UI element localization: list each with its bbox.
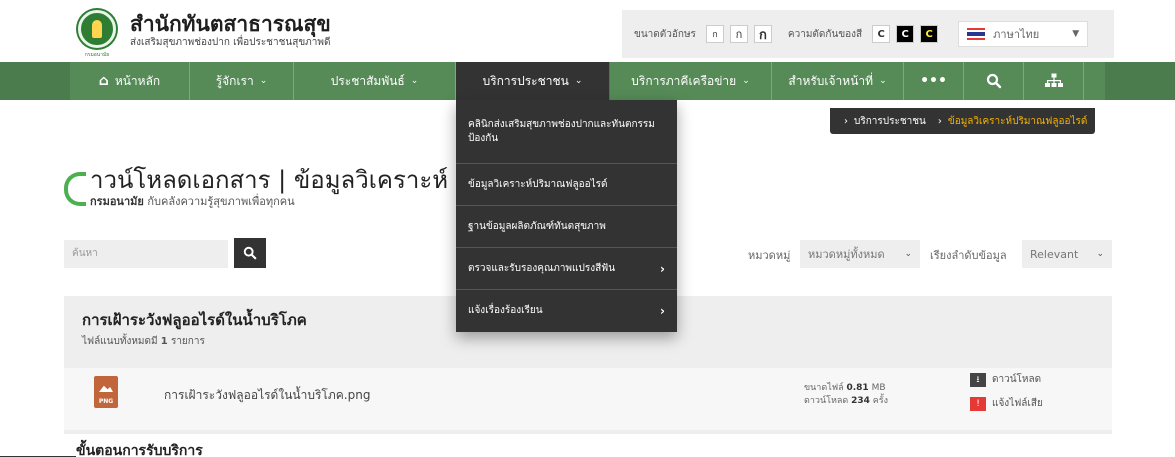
nav-search-button[interactable] (964, 62, 1024, 100)
breadcrumb-current: ข้อมูลวิเคราะห์ปริมาณฟลูออไรด์ (947, 115, 1088, 127)
home-icon: ⌂ (98, 73, 109, 89)
download-button-label: ดาวน์โหลด (992, 374, 1042, 385)
chevron-down-icon: ▼ (1072, 29, 1080, 39)
attachment-count: ไฟล์แนบทั้งหมดมี 1 รายการ (82, 334, 205, 349)
chevron-down-icon: ⌄ (904, 249, 912, 259)
site-tagline: ส่งเสริมสุขภาพช่องปาก เพื่อประชาชนสุขภาพ… (130, 37, 331, 48)
dropdown-item-fluoride-analysis[interactable]: ข้อมูลวิเคราะห์ปริมาณฟลูออไรด์ (456, 164, 677, 206)
heading-bracket-decoration (64, 172, 86, 206)
page-subtitle-strong: กรมอนามัย (90, 195, 144, 208)
nav-more-button[interactable]: ••• (904, 62, 964, 100)
download-icon: ⭳ (970, 372, 986, 387)
png-file-icon: PNG (94, 376, 118, 408)
file-name-link[interactable]: การเฝ้าระวังฟลูออไรด์ในน้ำบริโภค.png (164, 386, 370, 405)
nav-item-label: ประชาสัมพันธ์ (330, 73, 405, 88)
download-button[interactable]: ⭳ ดาวน์โหลด (970, 372, 1041, 387)
nav-item-label: บริการประชาชน (482, 73, 569, 88)
file-ext-label: PNG (98, 398, 114, 405)
section-title: การเฝ้าระวังฟลูออไรด์ในน้ำบริโภค (82, 311, 307, 329)
category-select-value: หมวดหมู่ทั้งหมด (808, 248, 885, 261)
nav-item-label: บริการภาคีเครือข่าย (631, 73, 737, 88)
file-meta: ขนาดไฟล์ 0.81 MB ดาวน์โหลด 234 ครั้ง (804, 382, 888, 408)
page-subtitle-rest: กับคลังความรู้สุขภาพเพื่อทุกคน (143, 195, 295, 208)
chevron-down-icon: ⌄ (259, 76, 268, 86)
language-select[interactable]: ภาษาไทย ▼ (958, 21, 1089, 47)
file-size-label: ขนาดไฟล์ (804, 383, 847, 393)
attachment-count-value: 1 (160, 336, 168, 347)
dropdown-item-product-database[interactable]: ฐานข้อมูลผลิตภัณฑ์ทันตสุขภาพ (456, 206, 677, 248)
sort-select-value: Relevant (1030, 247, 1079, 261)
attachment-count-suffix: รายการ (167, 336, 205, 347)
breadcrumb-separator-icon: › (937, 115, 942, 127)
download-count-value: 234 (851, 396, 870, 406)
category-select[interactable]: หมวดหมู่ทั้งหมด ⌄ (800, 240, 920, 268)
next-section-heading: ขั้นตอนการรับบริการ (76, 443, 203, 457)
search-button[interactable] (234, 238, 266, 268)
font-size-large-button[interactable]: ก (753, 25, 772, 43)
font-size-medium-button[interactable]: ก (729, 25, 748, 43)
chevron-down-icon: ⌄ (410, 76, 419, 86)
nav-item-network-services[interactable]: บริการภาคีเครือข่าย ⌄ (610, 62, 772, 100)
main-nav-bar: ⌂ หน้าหลัก รู้จักเรา ⌄ ประชาสัมพันธ์ ⌄ บ… (70, 62, 1105, 100)
dropdown-item-label: ฐานข้อมูลผลิตภัณฑ์ทันตสุขภาพ (468, 220, 606, 232)
chevron-down-icon: ⌄ (574, 76, 583, 86)
breadcrumb: › บริการประชาชน › ข้อมูลวิเคราะห์ปริมาณฟ… (830, 108, 1095, 134)
font-size-small-button[interactable]: ก (705, 25, 724, 43)
dropdown-item-label: คลินิกส่งเสริมสุขภาพช่องปากและทันตกรรมป้… (468, 118, 655, 144)
chevron-right-icon: › (660, 304, 665, 318)
contrast-normal-button[interactable]: C (872, 25, 891, 43)
nav-item-staff[interactable]: สำหรับเจ้าหน้าที่ ⌄ (772, 62, 904, 100)
nav-item-home[interactable]: ⌂ หน้าหลัก (70, 62, 190, 100)
chevron-down-icon: ⌄ (1096, 249, 1104, 259)
sort-label: เรียงลำดับข้อมูล (930, 249, 1007, 262)
nav-item-pr[interactable]: ประชาสัมพันธ์ ⌄ (294, 62, 456, 100)
nav-item-label: สำหรับเจ้าหน้าที่ (788, 73, 874, 88)
chevron-right-icon: › (660, 261, 665, 276)
contrast-yellow-button[interactable]: C (920, 25, 939, 43)
warning-icon: ! (970, 396, 986, 411)
page-subtitle: กรมอนามัย กับคลังความรู้สุขภาพเพื่อทุกคน (90, 192, 295, 210)
contrast-label: ความตัดกันของสี (787, 28, 863, 40)
file-size-unit: MB (868, 383, 886, 393)
font-size-label: ขนาดตัวอักษร (634, 28, 696, 40)
dropdown-item-label: ข้อมูลวิเคราะห์ปริมาณฟลูออไรด์ (468, 178, 608, 190)
search-icon (243, 246, 257, 260)
search-input[interactable]: ค้นหา (64, 240, 228, 268)
dropdown-item-label: แจ้งเรื่องร้องเรียน (468, 305, 543, 316)
breadcrumb-separator-icon: › (844, 115, 848, 127)
dropdown-item-label: ตรวจและรับรองคุณภาพแปรงสีฟัน (468, 262, 616, 274)
contrast-dark-button[interactable]: C (896, 25, 915, 43)
language-value: ภาษาไทย (993, 28, 1040, 41)
logo-caption: กรมอนามัย (84, 52, 110, 58)
file-row: PNG การเฝ้าระวังฟลูออไรด์ในน้ำบริโภค.png… (64, 368, 1112, 430)
report-button-label: แจ้งไฟล์เสีย (992, 398, 1043, 409)
report-broken-file-button[interactable]: ! แจ้งไฟล์เสีย (970, 396, 1043, 411)
dropdown-item-oral-health-clinic[interactable]: คลินิกส่งเสริมสุขภาพช่องปากและทันตกรรมป้… (456, 100, 677, 164)
accessibility-toolbar: ขนาดตัวอักษร ก ก ก ความตัดกันของสี C C C… (622, 10, 1114, 58)
nav-sitemap-button[interactable] (1024, 62, 1084, 100)
dropdown-item-complaints[interactable]: แจ้งเรื่องร้องเรียน › (456, 290, 677, 332)
chevron-down-icon: ⌄ (742, 76, 750, 86)
sort-select[interactable]: Relevant ⌄ (1022, 240, 1112, 268)
dropdown-item-toothbrush-certification[interactable]: ตรวจและรับรองคุณภาพแปรงสีฟัน › (456, 248, 677, 290)
attachment-count-prefix: ไฟล์แนบทั้งหมดมี (82, 336, 161, 347)
sitemap-icon (1044, 73, 1063, 87)
chevron-down-icon: ⌄ (879, 76, 887, 86)
nav-item-public-services[interactable]: บริการประชาชน ⌄ (456, 62, 610, 100)
nav-item-label: หน้าหลัก (114, 73, 161, 88)
main-nav: ⌂ หน้าหลัก รู้จักเรา ⌄ ประชาสัมพันธ์ ⌄ บ… (0, 62, 1175, 100)
more-icon: ••• (920, 73, 947, 89)
file-size-value: 0.81 (846, 383, 869, 393)
public-services-dropdown: คลินิกส่งเสริมสุขภาพช่องปากและทันตกรรมป้… (456, 100, 677, 332)
breadcrumb-item[interactable]: บริการประชาชน (854, 114, 926, 129)
download-count-label: ดาวน์โหลด (804, 396, 852, 406)
category-filter-label: หมวดหมู่ (748, 249, 791, 262)
site-header: กรมอนามัย สำนักทันตสาธารณสุข ส่งเสริมสุข… (0, 0, 1175, 62)
search-icon (986, 73, 1001, 89)
department-logo-icon[interactable] (78, 10, 116, 48)
nav-item-about[interactable]: รู้จักเรา ⌄ (190, 62, 294, 100)
thai-flag-icon (967, 28, 986, 40)
nav-item-label: รู้จักเรา (215, 73, 254, 88)
download-count-unit: ครั้ง (869, 396, 889, 406)
